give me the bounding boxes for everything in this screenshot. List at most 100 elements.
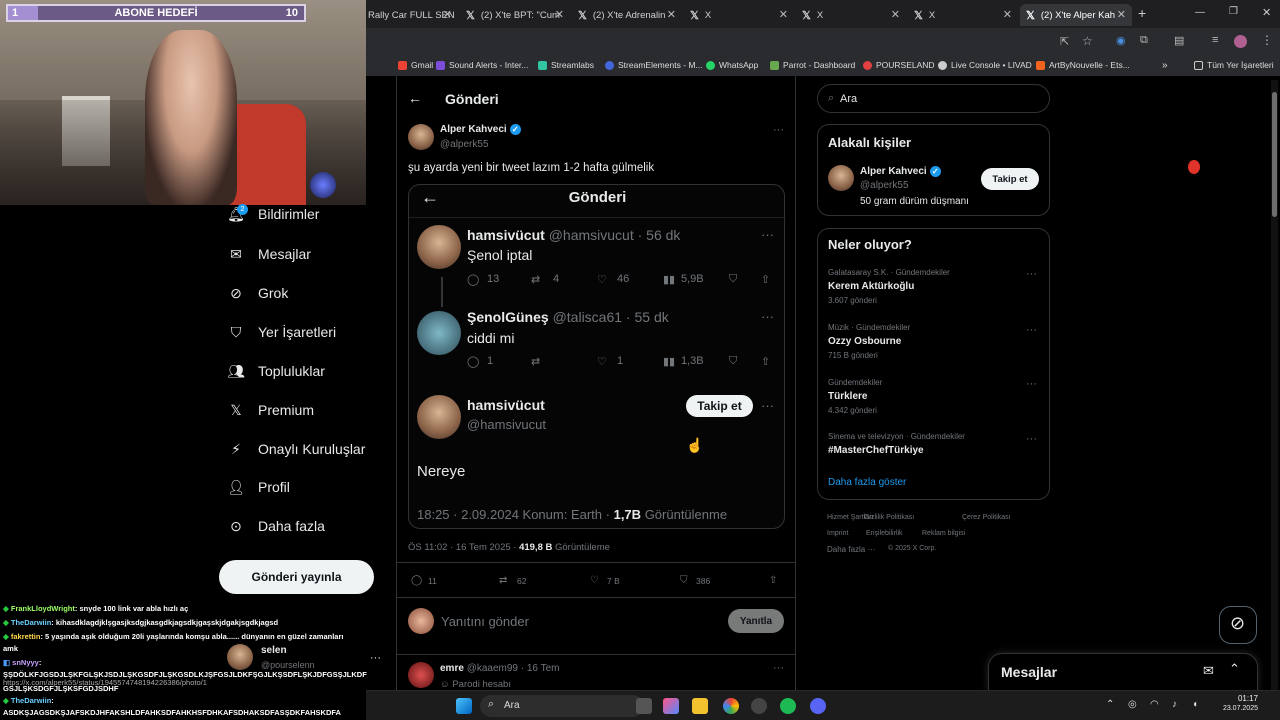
close-tab-icon[interactable]: ✕ bbox=[1117, 8, 1126, 21]
bookmark-artbynouvelle[interactable]: ArtByNouvelle - Ets... bbox=[1036, 60, 1130, 70]
account-menu-icon[interactable]: ··· bbox=[370, 652, 381, 664]
tab[interactable]: 𝕏 (2) X'te BPT: "Cum ✕ bbox=[460, 4, 570, 26]
share-icon[interactable]: ⇧ bbox=[769, 575, 777, 586]
more-options-icon[interactable]: ··· bbox=[773, 662, 784, 674]
profile-avatar[interactable] bbox=[1234, 35, 1247, 48]
messages-drawer[interactable]: Mesajlar ✉ ⌃ bbox=[988, 653, 1258, 691]
footer-link[interactable]: Çerez Politikası bbox=[962, 514, 1011, 521]
back-arrow-icon[interactable]: ← bbox=[408, 90, 422, 106]
reply-input[interactable]: Yanıtını gönder bbox=[441, 614, 529, 629]
nav-verified-orgs[interactable]: ⚡︎ Onaylı Kuruluşlar bbox=[228, 441, 365, 458]
close-tab-icon[interactable]: ✕ bbox=[443, 8, 452, 21]
reply-icon[interactable]: ◯ bbox=[411, 575, 422, 586]
menu-list-icon[interactable]: ≡ bbox=[1212, 34, 1218, 46]
maximize-icon[interactable]: ❐ bbox=[1229, 6, 1238, 17]
trend-item[interactable]: Sinema ve televizyon · Gündemdekiler #Mas… bbox=[828, 432, 965, 456]
bookmark-streamelements[interactable]: StreamElements - M... bbox=[605, 60, 703, 70]
post-button[interactable]: Gönderi yayınla bbox=[219, 560, 374, 594]
kebab-menu-icon[interactable]: ⋮ bbox=[1261, 33, 1273, 47]
file-explorer-icon[interactable] bbox=[692, 698, 708, 714]
nav-bookmarks[interactable]: ⛉ Yer İşaretleri bbox=[228, 324, 336, 341]
clock-time[interactable]: 01:17 bbox=[1234, 694, 1258, 703]
trend-item[interactable]: Gündemdekiler Türklere 4.342 gönderi bbox=[828, 378, 882, 415]
expand-icon[interactable]: ⌃ bbox=[1229, 661, 1240, 677]
tab[interactable]: 𝕏 (2) X'te Adrenalin ✕ bbox=[572, 4, 682, 26]
close-window-icon[interactable]: ✕ bbox=[1262, 6, 1271, 19]
nav-premium[interactable]: 𝕏 Premium bbox=[228, 402, 314, 419]
bookmark-pourseland[interactable]: POURSELAND bbox=[863, 60, 935, 70]
bookmark-sound-alerts[interactable]: Sound Alerts - Inter... bbox=[436, 60, 528, 70]
task-view-icon[interactable] bbox=[636, 698, 652, 714]
install-icon[interactable]: ⇱ bbox=[1060, 35, 1069, 48]
trend-more-icon[interactable]: ··· bbox=[1026, 268, 1037, 280]
close-tab-icon[interactable]: ✕ bbox=[779, 8, 788, 21]
bookmark-live-console[interactable]: Live Console • LIVAD bbox=[938, 60, 1032, 70]
more-options-icon[interactable]: ··· bbox=[773, 124, 784, 136]
show-more-link[interactable]: Daha fazla göster bbox=[828, 477, 906, 488]
reply-button[interactable]: Yanıtla bbox=[728, 609, 784, 633]
grok-fab[interactable]: ⊘ bbox=[1219, 606, 1257, 644]
taskbar-search[interactable]: ⌕ Ara bbox=[480, 695, 644, 717]
footer-link[interactable]: Reklam bilgisi bbox=[922, 530, 965, 537]
tab[interactable]: 𝕏 X ✕ bbox=[684, 4, 794, 26]
author-name-row[interactable]: Alper Kahveci ✓ bbox=[440, 124, 521, 135]
speaker-icon[interactable]: ◖ bbox=[1192, 699, 1198, 710]
trend-item[interactable]: Müzik · Gündemdekiler Ozzy Osbourne 715 B … bbox=[828, 323, 910, 360]
footer-link[interactable]: Gizlilik Politikası bbox=[864, 514, 914, 521]
wifi-icon[interactable]: ◠ bbox=[1150, 699, 1159, 710]
related-avatar[interactable] bbox=[828, 165, 854, 191]
tab[interactable]: 𝕏 X ✕ bbox=[796, 4, 906, 26]
tray-chevron-icon[interactable]: ⌃ bbox=[1106, 699, 1114, 710]
trend-item[interactable]: Galatasaray S.K. · Gündemdekiler Kerem Ak… bbox=[828, 268, 950, 305]
copilot-icon[interactable] bbox=[663, 698, 679, 714]
nav-messages[interactable]: ✉ Mesajlar bbox=[228, 246, 311, 263]
new-tab-button[interactable]: + bbox=[1138, 5, 1146, 21]
puzzle-icon[interactable]: ⧉ bbox=[1140, 34, 1148, 47]
chrome-icon[interactable] bbox=[723, 698, 739, 714]
footer-link[interactable]: Imprint bbox=[827, 530, 848, 537]
account-avatar[interactable] bbox=[227, 644, 253, 670]
close-tab-icon[interactable]: ✕ bbox=[1003, 8, 1012, 21]
close-tab-icon[interactable]: ✕ bbox=[555, 8, 564, 21]
author-avatar[interactable] bbox=[408, 124, 434, 150]
nav-more[interactable]: ⊙ Daha fazla bbox=[228, 518, 325, 535]
discord-icon[interactable] bbox=[810, 698, 826, 714]
address-bar[interactable]: ⇱ ☆ ◉ ⧉ ▤ ≡ ⋮ bbox=[366, 28, 1280, 56]
trend-more-icon[interactable]: ··· bbox=[1026, 433, 1037, 445]
tweet-timestamp[interactable]: ÖS 11:02 · 16 Tem 2025 · bbox=[408, 542, 516, 553]
close-tab-icon[interactable]: ✕ bbox=[667, 8, 676, 21]
obs-icon[interactable] bbox=[751, 698, 767, 714]
tray-app-icon[interactable]: ◎ bbox=[1128, 699, 1137, 710]
trend-more-icon[interactable]: ··· bbox=[1026, 324, 1037, 336]
windows-start-icon[interactable] bbox=[456, 698, 472, 714]
minimize-icon[interactable]: — bbox=[1195, 7, 1205, 18]
nav-profile[interactable]: 👤︎ Profil bbox=[227, 479, 290, 496]
spotify-icon[interactable] bbox=[780, 698, 796, 714]
footer-more[interactable]: Daha fazla ··· bbox=[827, 545, 875, 554]
clock-date[interactable]: 23.07.2025 bbox=[1212, 705, 1258, 712]
nav-grok[interactable]: ⊘ Grok bbox=[228, 285, 288, 302]
sidebar-icon[interactable]: ▤ bbox=[1174, 34, 1184, 47]
tweet-image[interactable]: ← Gönderi hamsivücut @hamsivucut · 56 dk… bbox=[408, 184, 786, 529]
bookmark-whatsapp[interactable]: WhatsApp bbox=[706, 60, 758, 70]
follow-button[interactable]: Takip et bbox=[981, 168, 1039, 190]
nav-communities[interactable]: 👥︎ Topluluklar bbox=[227, 363, 325, 380]
retweet-icon[interactable]: ⇄ bbox=[499, 575, 507, 586]
related-name-row[interactable]: Alper Kahveci ✓ bbox=[860, 166, 941, 177]
heart-icon[interactable]: ♡ bbox=[590, 575, 599, 586]
all-bookmarks[interactable]: Tüm Yer İşaretleri bbox=[1194, 60, 1274, 70]
trend-more-icon[interactable]: ··· bbox=[1026, 378, 1037, 390]
reply-author-name[interactable]: emre bbox=[440, 663, 464, 674]
scrollbar-thumb[interactable] bbox=[1272, 92, 1277, 217]
bookmark-parrot[interactable]: Parrot - Dashboard bbox=[770, 60, 855, 70]
star-icon[interactable]: ☆ bbox=[1082, 34, 1093, 48]
reply-avatar[interactable] bbox=[408, 662, 434, 688]
tab[interactable]: Rally Car FULL SEN ✕ bbox=[362, 4, 458, 26]
bookmarks-overflow[interactable]: » bbox=[1162, 60, 1168, 71]
bookmark-icon[interactable]: ⛉ bbox=[680, 575, 688, 586]
bookmark-gmail[interactable]: Gmail bbox=[398, 60, 433, 70]
extension-icon[interactable]: ◉ bbox=[1116, 34, 1126, 47]
tab-active[interactable]: 𝕏 (2) X'te Alper Kah ✕ bbox=[1020, 4, 1132, 26]
bookmark-streamlabs[interactable]: Streamlabs bbox=[538, 60, 594, 70]
close-tab-icon[interactable]: ✕ bbox=[891, 8, 900, 21]
